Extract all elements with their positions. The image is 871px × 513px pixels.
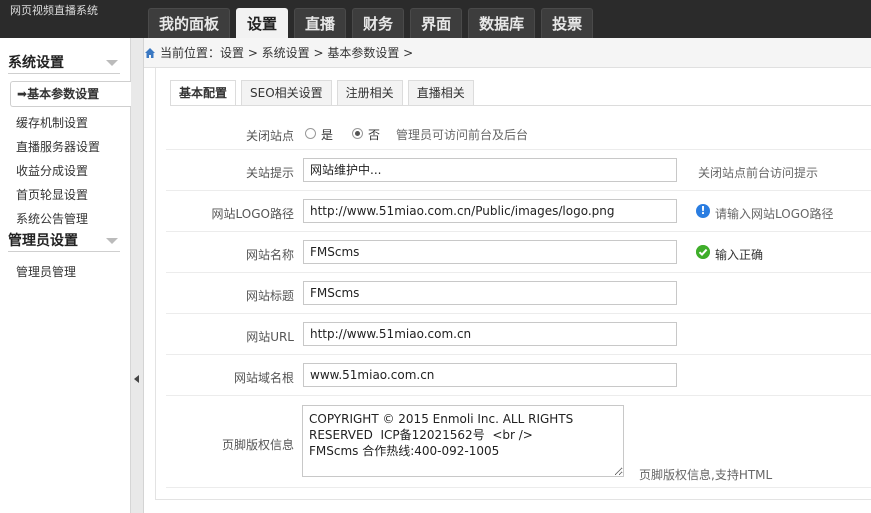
row-site-title: 网站标题 FMScms	[166, 273, 871, 314]
sidebar: 系统设置 ➡基本参数设置 缓存机制设置 直播服务器设置 收益分成设置 首页轮显设…	[0, 38, 131, 513]
info-icon	[696, 204, 710, 218]
nav-tab-finance[interactable]: 财务	[352, 8, 405, 38]
row-close-site: 关闭站点 是 否 管理员可访问前台及后台	[166, 106, 871, 150]
sidebar-item-cache[interactable]: 缓存机制设置	[16, 114, 88, 131]
sidebar-group-label: 管理员设置	[8, 233, 78, 249]
nav-tab-interface[interactable]: 界面	[410, 8, 463, 38]
site-domain-label: 网站域名根	[233, 371, 294, 385]
sidebar-item-basic-params[interactable]: ➡基本参数设置	[10, 81, 131, 107]
breadcrumb: 当前位置：设置 > 系统设置 > 基本参数设置 >	[144, 38, 871, 68]
settings-panel: 基本配置 SEO相关设置 注册相关 直播相关 关闭站点 是 否 管理员可访问前台…	[155, 68, 871, 500]
site-title-input[interactable]: FMScms	[303, 281, 677, 305]
site-name-hint: 输入正确	[715, 248, 764, 262]
close-message-hint: 关闭站点前台访问提示	[698, 166, 819, 180]
main-nav: 我的面板 设置 直播 财务 界面 数据库 投票	[148, 8, 599, 38]
row-site-domain: 网站域名根 www.51miao.com.cn	[166, 355, 871, 396]
close-site-label: 关闭站点	[245, 129, 294, 143]
site-name-input[interactable]: FMScms	[303, 240, 677, 264]
row-close-message: 关站提示 网站维护中... 关闭站点前台访问提示	[166, 150, 871, 191]
close-message-input[interactable]: 网站维护中...	[303, 158, 677, 182]
chevron-down-icon	[106, 60, 118, 66]
chevron-down-icon	[106, 238, 118, 244]
sidebar-item-notice[interactable]: 系统公告管理	[16, 210, 88, 227]
row-logo-path: 网站LOGO路径 http://www.51miao.com.cn/Public…	[166, 191, 871, 232]
sidebar-item-live-server[interactable]: 直播服务器设置	[16, 138, 100, 155]
breadcrumb-text: 当前位置：设置 > 系统设置 > 基本参数设置 >	[160, 46, 414, 60]
sidebar-item-admin-manage[interactable]: 管理员管理	[16, 263, 76, 280]
arrow-right-icon: ➡	[17, 87, 28, 101]
nav-tab-panel[interactable]: 我的面板	[148, 8, 231, 38]
tab-live[interactable]: 直播相关	[407, 80, 474, 105]
tab-basic[interactable]: 基本配置	[170, 80, 237, 106]
footer-label: 页脚版权信息	[221, 438, 294, 452]
radio-yes[interactable]	[305, 128, 316, 139]
logo-path-label: 网站LOGO路径	[211, 207, 294, 221]
sidebar-item-label: 基本参数设置	[27, 87, 100, 101]
logo-path-hint: 请输入网站LOGO路径	[715, 207, 834, 221]
nav-tab-live[interactable]: 直播	[294, 8, 347, 38]
site-domain-input[interactable]: www.51miao.com.cn	[303, 363, 677, 387]
logo-text: 网页视频直播系统	[10, 4, 98, 17]
footer-hint: 页脚版权信息,支持HTML	[639, 468, 773, 482]
footer-textarea[interactable]: COPYRIGHT © 2015 Enmoli Inc. ALL RIGHTS …	[302, 405, 624, 477]
site-title-label: 网站标题	[245, 289, 294, 303]
sidebar-group-admin[interactable]: 管理员设置	[8, 230, 120, 252]
tab-register[interactable]: 注册相关	[336, 80, 403, 105]
row-site-name: 网站名称 FMScms 输入正确	[166, 232, 871, 273]
collapse-left-icon	[134, 375, 139, 383]
check-icon	[696, 245, 710, 259]
close-message-label: 关站提示	[245, 166, 294, 180]
row-site-url: 网站URL http://www.51miao.com.cn	[166, 314, 871, 355]
sidebar-group-label: 系统设置	[8, 55, 64, 71]
sidebar-item-carousel[interactable]: 首页轮显设置	[16, 186, 88, 203]
site-url-label: 网站URL	[246, 330, 294, 344]
sidebar-group-system[interactable]: 系统设置	[8, 52, 120, 74]
close-site-note: 管理员可访问前台及后台	[396, 128, 529, 142]
settings-tabs: 基本配置 SEO相关设置 注册相关 直播相关	[170, 80, 479, 106]
nav-tab-database[interactable]: 数据库	[468, 8, 536, 38]
top-bar: 网页视频直播系统 我的面板 设置 直播 财务 界面 数据库 投票	[0, 0, 871, 38]
radio-yes-label: 是	[321, 128, 334, 142]
sidebar-collapse-handle[interactable]	[131, 38, 144, 513]
nav-tab-settings[interactable]: 设置	[236, 8, 289, 38]
tab-seo[interactable]: SEO相关设置	[241, 80, 332, 105]
home-icon	[145, 48, 155, 58]
row-footer-copyright: 页脚版权信息 COPYRIGHT © 2015 Enmoli Inc. ALL …	[166, 396, 871, 488]
site-name-label: 网站名称	[245, 248, 294, 262]
logo-path-input[interactable]: http://www.51miao.com.cn/Public/images/l…	[303, 199, 677, 223]
radio-no[interactable]	[352, 128, 363, 139]
sidebar-item-revenue[interactable]: 收益分成设置	[16, 162, 88, 179]
nav-tab-vote[interactable]: 投票	[541, 8, 594, 38]
site-url-input[interactable]: http://www.51miao.com.cn	[303, 322, 677, 346]
radio-no-label: 否	[368, 128, 381, 142]
